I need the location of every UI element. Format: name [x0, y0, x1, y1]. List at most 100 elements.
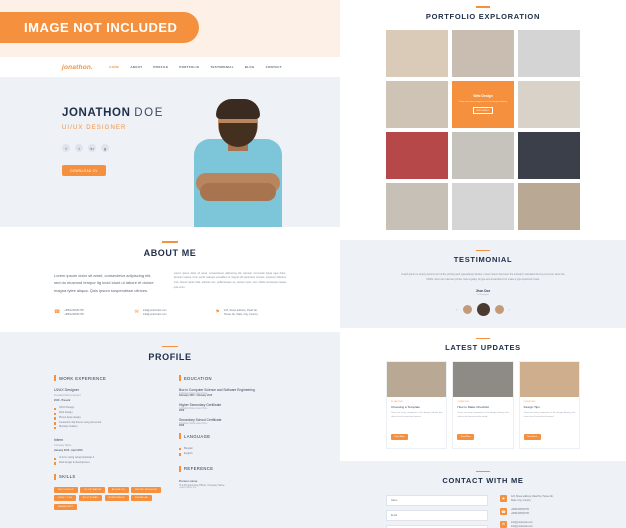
portfolio-section: PORTFOLIO EXPLORATION Web Design There ar…	[340, 0, 626, 240]
site-navbar: jonathon. HOME ABOUT PROFILE PORTFOLIO TESTI…	[0, 57, 340, 77]
work-experience-list: UI/UX Designer Freelance/Self employed 201…	[54, 388, 161, 465]
portfolio-tile[interactable]	[386, 80, 448, 128]
profile-section: PROFILE WORK EXPERIENCE UI/UX Designer Fr…	[0, 331, 340, 528]
work-experience-heading: WORK EXPERIENCE	[54, 375, 161, 381]
testimonial-section: TESTIMONIAL Graph ipsum is simply dummy …	[340, 239, 626, 328]
left-page-column: IMAGE NOT INCLUDED jonathon. HOME ABOUT PR…	[0, 0, 340, 528]
nav-link-profile[interactable]: PROFILE	[153, 65, 168, 69]
portfolio-tile[interactable]	[386, 131, 448, 179]
workspace-photo	[386, 182, 448, 230]
avatar[interactable]	[494, 304, 504, 314]
notebook-desk-photo	[452, 29, 514, 77]
contact-line: House No, State, City, Country	[223, 313, 258, 317]
about-title: ABOUT ME	[143, 247, 197, 258]
portfolio-tile[interactable]: Web Design There are many companies in th…	[452, 80, 514, 128]
contact-detail-row: ☎ +8801234561765 +8801234561765	[499, 508, 580, 516]
portfolio-tile[interactable]	[518, 29, 580, 77]
site-logo[interactable]: jonathon.	[62, 64, 93, 71]
nav-link-home[interactable]: HOME	[109, 65, 119, 69]
portfolio-tile[interactable]	[518, 80, 580, 128]
section-divider-icon	[476, 249, 490, 251]
download-cv-button[interactable]: DOWNLOAD CV	[62, 165, 106, 176]
about-lead-text: Lorem ipsum dolor sit amet, consectetur …	[54, 272, 154, 294]
job-date: January 2015 - April 2016	[54, 448, 83, 452]
phone-laptop-photo	[453, 362, 513, 398]
phones-table-photo	[386, 80, 448, 128]
blog-card[interactable]: 21 FEB 2020 Choosing a Template There are …	[386, 361, 448, 449]
avatar[interactable]	[462, 304, 472, 314]
contact-detail-row: ✉ info@yordomain.com info@yordomain.com	[499, 520, 580, 528]
nav-link-portfolio[interactable]: PORTFOLIO	[179, 65, 199, 69]
contact-detail-row: ⚑ 123, Street address, Road No, House No,…	[499, 495, 580, 503]
section-divider-icon	[476, 337, 490, 340]
overlay-cta-button[interactable]: EXPLORE IT	[472, 107, 494, 115]
portfolio-tile[interactable]	[518, 131, 580, 179]
mail-icon: ✉	[134, 308, 139, 315]
skill-tag: BOOTSTRAP	[78, 495, 102, 502]
name-input[interactable]	[386, 495, 488, 507]
education-date: February 2010 - February 2015	[179, 395, 213, 398]
skill-tag: WORDPRESS	[104, 495, 129, 502]
nav-link-about[interactable]: ABOUT	[130, 65, 142, 69]
portfolio-tile[interactable]	[386, 182, 448, 230]
nav-links: HOME ABOUT PROFILE PORTFOLIO TESTIMONIAL BLOG…	[109, 65, 282, 69]
contact-detail-line: +8801234561765	[510, 513, 529, 516]
read-more-button[interactable]: Read More	[391, 433, 408, 440]
testimonial-author-name: Jhon Doe	[475, 288, 491, 293]
blog-date: 21 FEB 2020	[391, 401, 403, 404]
testimonial-quote: Graph ipsum is simply dummy text of the …	[401, 273, 565, 281]
blog-card[interactable]: 21 FEB 2020 Design Tips There are many com…	[518, 361, 580, 449]
phone-icon: ☎	[54, 308, 61, 315]
blog-date: 21 FEB 2020	[457, 401, 470, 404]
blog-title: Choosing a Template	[391, 405, 421, 410]
job-title: Intern	[54, 438, 64, 443]
blog-excerpt: There are many companies in the design i…	[523, 412, 575, 419]
contact-detail-text: +8801234561765 +8801234561765	[511, 508, 529, 516]
read-more-button[interactable]: Read More	[457, 433, 475, 440]
about-section: ABOUT ME Lorem ipsum dolor sit amet, con…	[0, 227, 340, 318]
social-icon-g[interactable]: g	[101, 144, 109, 152]
portfolio-title: PORTFOLIO EXPLORATION	[425, 11, 541, 21]
portfolio-tile[interactable]	[452, 182, 514, 230]
avatar-active[interactable]	[476, 302, 490, 316]
desk-writing-photo	[518, 182, 580, 230]
blog-card-body: 21 FEB 2020 How to Make Checklist There ar…	[453, 397, 512, 448]
about-body-text: Lorem ipsum dolor sit amet, consectetuer…	[173, 271, 286, 289]
blog-card[interactable]: 21 FEB 2020 How to Make Checklist There ar…	[452, 361, 514, 449]
banner-zone: IMAGE NOT INCLUDED	[0, 0, 340, 57]
portfolio-tile[interactable]	[386, 29, 448, 77]
social-icon-t[interactable]: t	[75, 144, 83, 152]
contact-info-item: ✉ info@yordomain.com info@yordomain.com	[135, 309, 206, 318]
contact-info-text: info@yordomain.com info@yordomain.com	[143, 309, 167, 318]
location-icon: ⚑	[499, 495, 507, 503]
portfolio-tile[interactable]	[518, 182, 580, 230]
social-icon-f[interactable]: f	[62, 144, 70, 152]
portfolio-tile[interactable]	[452, 131, 514, 179]
nav-link-testimonial[interactable]: TESTIMONIAL	[210, 65, 233, 69]
email-input[interactable]	[386, 510, 488, 522]
skills-heading: SKILLS	[54, 474, 161, 480]
portfolio-tile[interactable]	[452, 29, 514, 77]
carousel-prev-arrow-icon[interactable]: ‹	[456, 307, 457, 312]
contact-content: SEND MESSAGE ⚑ 123, Street address, Road …	[386, 495, 580, 528]
laptop-desk-photo	[387, 362, 447, 398]
profile-right-column: EDUCATION Bsc in Computer Science and So…	[179, 375, 286, 509]
overlay-description: There are many companies in the design i…	[459, 100, 507, 103]
right-page-column: PORTFOLIO EXPLORATION Web Design There ar…	[340, 0, 626, 528]
image-not-included-badge: IMAGE NOT INCLUDED	[0, 12, 200, 43]
section-divider-icon	[162, 345, 178, 348]
contact-info-text: 123, Street address, Road No, House No, S…	[224, 309, 258, 318]
nav-link-blog[interactable]: BLOG	[245, 65, 255, 69]
education-list: Bsc in Computer Science and Software Eng…	[179, 388, 286, 427]
markers-hand-photo	[519, 362, 579, 398]
carousel-next-arrow-icon[interactable]: ›	[509, 307, 510, 312]
social-icon-in[interactable]: in	[88, 144, 96, 152]
education-date: 2008	[179, 425, 185, 428]
read-more-button[interactable]: Read More	[523, 433, 541, 440]
testimonial-author-role: UI Designer	[477, 293, 489, 296]
profile-left-column: WORK EXPERIENCE UI/UX Designer Freelance/…	[54, 375, 161, 510]
nav-link-contact[interactable]: CONTACT	[266, 65, 282, 69]
portrait-arm-right	[200, 183, 276, 201]
profile-columns: WORK EXPERIENCE UI/UX Designer Freelance/…	[54, 375, 286, 510]
education-item: Bsc in Computer Science and Software Eng…	[179, 388, 286, 397]
